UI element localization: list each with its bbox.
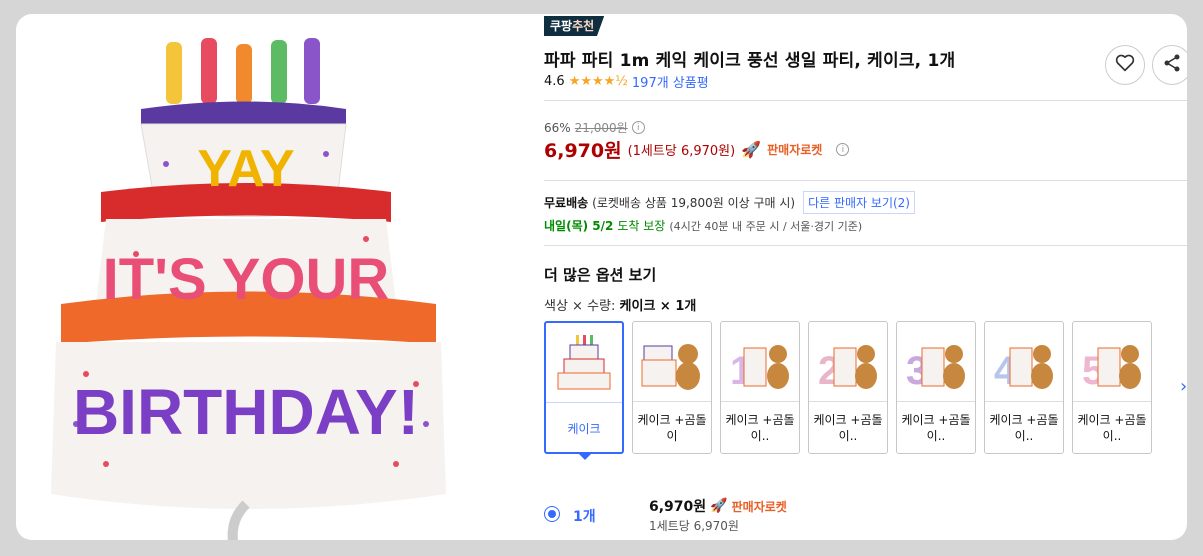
rating-value: 4.6 [544,74,565,89]
option-item[interactable]: 2 케이크 +곰돌이.. [808,321,888,454]
selected-option-value: 케이크 × 1개 [619,299,697,314]
coupang-recommend-badge: 쿠팡추천 [544,16,605,36]
price-line: 6,970원 (1세트당 6,970원) 🚀 판매자로켓 i [544,136,850,163]
candles-graphic [166,38,320,104]
option-image [633,322,711,402]
svg-text:BIRTHDAY!: BIRTHDAY! [73,376,419,448]
quantity-price-line: 6,970원 🚀 판매자로켓 [649,496,787,516]
option-image [546,323,622,403]
option-item[interactable]: 케이크 [544,321,624,460]
chevron-right-icon[interactable]: › [1180,376,1187,397]
more-options-heading: 더 많은 옵션 보기 [544,266,657,284]
option-image: 1 [721,322,799,402]
svg-text:IT'S YOUR: IT'S YOUR [103,247,390,312]
info-icon[interactable]: i [836,143,850,156]
selected-option: 색상 × 수량: 케이크 × 1개 [544,295,696,314]
review-count-link[interactable]: 197개 상품평 [632,72,709,91]
unit-price: (1세트당 6,970원) [627,144,736,159]
quantity-radio[interactable] [544,506,560,522]
other-seller-button[interactable]: 다른 판매자 보기(2) [803,191,915,214]
arrival-line: 내일(목) 5/2 도착 보장 (4시간 40분 내 주문 시 / 서울·경기 … [544,217,862,234]
option-label: 케이크 +곰돌이.. [989,413,1059,443]
discount-rate: 66% [544,120,571,135]
arrival-note: (4시간 40분 내 주문 시 / 서울·경기 기준) [669,219,863,233]
option-item[interactable]: 5 케이크 +곰돌이.. [1072,321,1152,454]
option-image: 5 [1073,322,1151,402]
option-image: 4 [985,322,1063,402]
sale-price: 6,970원 [544,140,622,162]
option-image: 2 [809,322,887,402]
rating-row: 4.6 ★★★★½ 197개 상품평 [544,72,709,91]
badge-prefix: 쿠팡 [550,19,573,33]
rating-stars: ★★★★½ [568,74,628,89]
divider [544,100,1187,101]
option-item[interactable]: 1 케이크 +곰돌이.. [720,321,800,454]
seller-rocket-label: 판매자로켓 [767,143,823,157]
discount-line: 66% 21,000원 i [544,119,645,136]
option-label: 케이크 +곰돌이.. [813,413,883,443]
option-item[interactable]: 4 케이크 +곰돌이.. [984,321,1064,454]
option-label: 케이크 +곰돌이 [637,413,707,443]
option-label: 케이크 +곰돌이.. [901,413,971,443]
option-thumbnails: 케이크 케이크 +곰돌이 1 케이크 +곰돌이.. 2 케이크 +곰돌이.. 3… [544,321,1152,460]
option-item[interactable]: 3 케이크 +곰돌이.. [896,321,976,454]
wishlist-button[interactable] [1105,45,1145,85]
option-image: 3 [897,322,975,402]
rocket-icon: 🚀 [710,498,728,514]
quantity-price: 6,970원 [649,499,707,515]
option-label: 케이크 [567,422,601,436]
product-title: 파파 파티 1m 케익 케이크 풍선 생일 파티, 케이크, 1개 [544,51,956,71]
arrival-suffix: 도착 보장 [617,219,666,233]
original-price: 21,000원 [574,121,628,135]
shipping-line: 무료배송 (로켓배송 상품 19,800원 이상 구매 시) 다른 판매자 보기… [544,191,915,214]
badge-accent: 추천 [572,19,595,33]
arrival-date: 내일(목) 5/2 [544,219,614,233]
option-item[interactable]: 케이크 +곰돌이 [632,321,712,454]
heart-icon [1115,54,1135,76]
quantity-unit-price: 1세트당 6,970원 [649,519,739,533]
quantity-label: 1개 [573,509,596,525]
rocket-icon: 🚀 [741,140,762,159]
seller-rocket-label: 판매자로켓 [731,499,787,514]
divider [544,245,1187,246]
share-button[interactable] [1152,45,1187,85]
product-card: YAY IT'S YOUR BIRTHDAY! 쿠팡추천 파파 파티 1m 케익… [16,14,1187,540]
info-icon[interactable]: i [631,121,645,134]
svg-text:YAY: YAY [197,140,294,198]
option-label: 케이크 +곰돌이.. [1077,413,1147,443]
selected-option-prefix: 색상 × 수량: [544,299,616,314]
share-icon [1162,53,1182,77]
shipping-condition: (로켓배송 상품 19,800원 이상 구매 시) [592,196,796,210]
divider [544,180,1187,181]
product-info-panel: 쿠팡추천 파파 파티 1m 케익 케이크 풍선 생일 파티, 케이크, 1개 4… [544,14,1187,540]
option-label: 케이크 +곰돌이.. [725,413,795,443]
free-shipping-label: 무료배송 [544,196,589,210]
product-main-image[interactable]: YAY IT'S YOUR BIRTHDAY! [46,24,446,540]
